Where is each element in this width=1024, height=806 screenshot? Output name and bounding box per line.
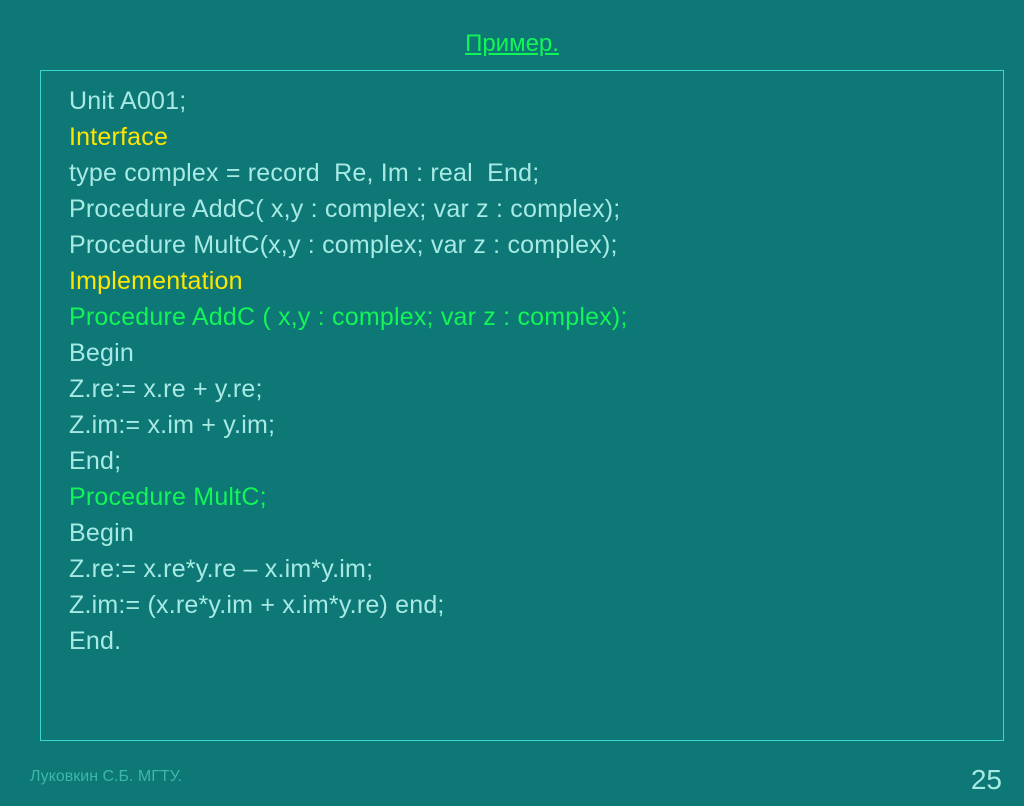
slide-title: Пример.	[0, 30, 1024, 58]
code-line: Interface	[69, 119, 975, 155]
code-box: Unit A001; Interface type complex = reco…	[40, 70, 1004, 741]
code-line: Unit A001;	[69, 83, 975, 119]
code-line: Procedure MultC;	[69, 479, 975, 515]
author-label: Луковкин С.Б. МГТУ.	[30, 768, 182, 786]
code-line: Z.im:= (x.re*y.im + x.im*y.re) end;	[69, 587, 975, 623]
code-line: End;	[69, 443, 975, 479]
page-number: 25	[971, 764, 1002, 796]
code-line: Begin	[69, 335, 975, 371]
code-line: type complex = record Re, Im : real End;	[69, 155, 975, 191]
code-line: Z.im:= x.im + y.im;	[69, 407, 975, 443]
code-line: Procedure AddC( x,y : complex; var z : c…	[69, 191, 975, 227]
code-line: Procedure AddC ( x,y : complex; var z : …	[69, 299, 975, 335]
code-line: Procedure MultC(x,y : complex; var z : c…	[69, 227, 975, 263]
code-line: End.	[69, 623, 975, 659]
code-line: Implementation	[69, 263, 975, 299]
slide: Пример. Unit A001; Interface type comple…	[0, 0, 1024, 806]
code-line: Begin	[69, 515, 975, 551]
code-line: Z.re:= x.re*y.re – x.im*y.im;	[69, 551, 975, 587]
code-line: Z.re:= x.re + y.re;	[69, 371, 975, 407]
